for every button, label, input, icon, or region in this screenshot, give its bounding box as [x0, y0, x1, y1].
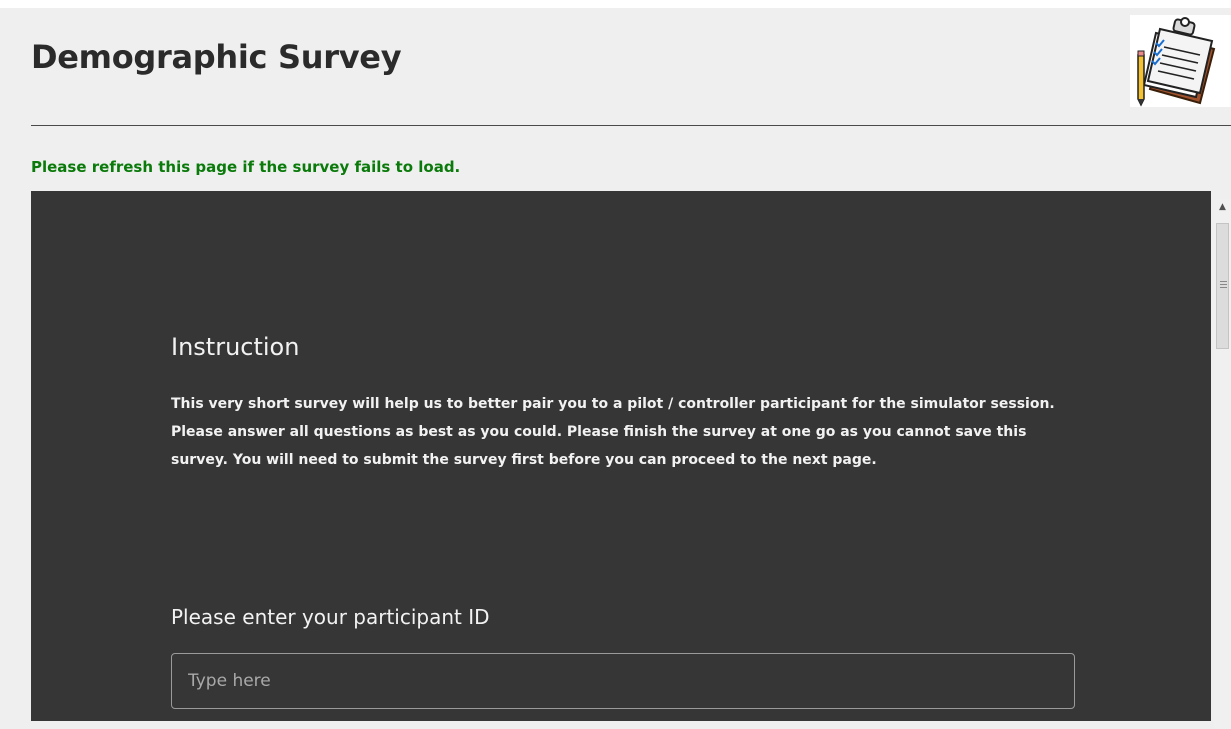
survey-scrollbar[interactable]: ▲ — [1214, 199, 1231, 729]
page-title: Demographic Survey — [31, 38, 402, 76]
survey-frame: Instruction This very short survey will … — [31, 191, 1211, 721]
participant-id-input[interactable] — [171, 653, 1075, 709]
clipboard-checklist-icon — [1130, 15, 1231, 107]
header-divider — [31, 125, 1231, 126]
scroll-up-arrow-icon[interactable]: ▲ — [1214, 199, 1231, 216]
scrollbar-thumb[interactable] — [1216, 223, 1229, 349]
instruction-heading: Instruction — [171, 333, 300, 361]
participant-id-label: Please enter your participant ID — [171, 605, 490, 629]
refresh-notice: Please refresh this page if the survey f… — [31, 158, 461, 176]
instruction-text: This very short survey will help us to b… — [171, 396, 1055, 468]
scrollbar-grip-icon — [1220, 281, 1227, 288]
